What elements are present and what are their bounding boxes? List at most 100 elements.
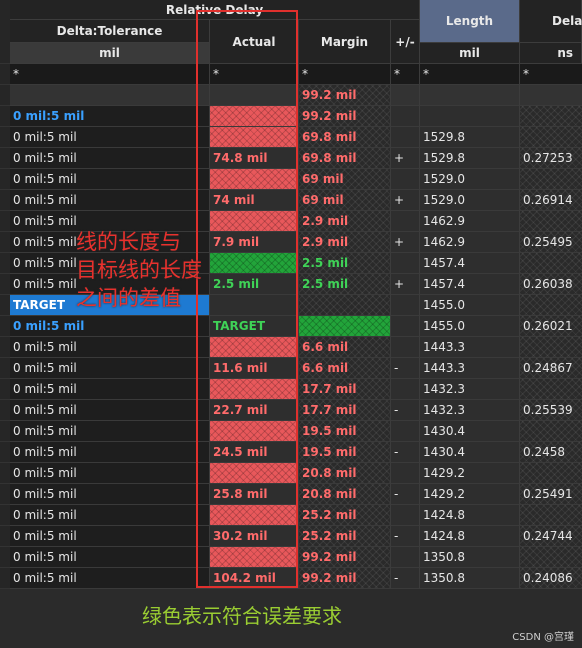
actual-cell[interactable]: 24.5 mil <box>210 442 299 463</box>
delay-cell[interactable] <box>520 379 582 400</box>
plus-minus-cell[interactable] <box>391 295 420 316</box>
header-delta-tolerance[interactable]: Delta:Tolerance <box>10 20 210 43</box>
length-cell[interactable]: 1430.4 <box>420 421 520 442</box>
table-row[interactable]: 0 mil:5 mil 22.7 mil 17.7 mil -1432.3 0.2553… <box>0 400 582 421</box>
length-cell[interactable]: 1424.8 <box>420 526 520 547</box>
table-row[interactable]: 0 mil:5 mil 99.2 mil 1350.8 <box>0 547 582 568</box>
length-cell[interactable] <box>420 85 520 106</box>
delay-cell[interactable]: 0.26914 <box>520 190 582 211</box>
delta-tolerance-cell[interactable]: 0 mil:5 mil <box>10 316 210 337</box>
length-cell[interactable]: 1529.8 <box>420 127 520 148</box>
filter-delta[interactable]: * <box>10 64 210 85</box>
table-row[interactable]: 0 mil:5 mil 25.2 mil 1424.8 <box>0 505 582 526</box>
delta-tolerance-cell[interactable]: 0 mil:5 mil <box>10 568 210 589</box>
length-cell[interactable]: 1529.0 <box>420 169 520 190</box>
actual-cell[interactable] <box>210 127 299 148</box>
table-row[interactable]: 0 mil:5 mil TARGET 1455.0 0.26021 <box>0 316 582 337</box>
actual-cell[interactable]: 25.8 mil <box>210 484 299 505</box>
length-cell[interactable]: 1429.2 <box>420 463 520 484</box>
length-cell[interactable]: 1529.8 <box>420 148 520 169</box>
delta-tolerance-cell[interactable]: 0 mil:5 mil <box>10 505 210 526</box>
margin-cell[interactable]: 69.8 mil <box>299 127 391 148</box>
plus-minus-cell[interactable]: - <box>391 442 420 463</box>
margin-cell[interactable]: 6.6 mil <box>299 337 391 358</box>
length-cell[interactable]: 1457.4 <box>420 253 520 274</box>
length-cell[interactable]: 1462.9 <box>420 211 520 232</box>
margin-cell[interactable]: 99.2 mil <box>299 106 391 127</box>
delay-cell[interactable]: 0.24744 <box>520 526 582 547</box>
delta-tolerance-cell[interactable] <box>10 85 210 106</box>
actual-cell[interactable] <box>210 211 299 232</box>
plus-minus-cell[interactable]: - <box>391 526 420 547</box>
delta-tolerance-cell[interactable]: 0 mil:5 mil <box>10 169 210 190</box>
plus-minus-cell[interactable]: - <box>391 484 420 505</box>
plus-minus-cell[interactable] <box>391 127 420 148</box>
delta-tolerance-cell[interactable]: 0 mil:5 mil <box>10 190 210 211</box>
delay-cell[interactable]: 0.24086 <box>520 568 582 589</box>
delta-tolerance-cell[interactable]: 0 mil:5 mil <box>10 547 210 568</box>
length-cell[interactable]: 1350.8 <box>420 568 520 589</box>
delay-cell[interactable] <box>520 127 582 148</box>
actual-cell[interactable]: 22.7 mil <box>210 400 299 421</box>
length-cell[interactable]: 1430.4 <box>420 442 520 463</box>
margin-cell[interactable]: 19.5 mil <box>299 421 391 442</box>
plus-minus-cell[interactable] <box>391 421 420 442</box>
delay-cell[interactable] <box>520 295 582 316</box>
delay-cell[interactable] <box>520 337 582 358</box>
actual-cell[interactable]: 74.8 mil <box>210 148 299 169</box>
length-cell[interactable]: 1455.0 <box>420 295 520 316</box>
header-length[interactable]: Length <box>420 0 520 43</box>
actual-cell[interactable] <box>210 106 299 127</box>
length-cell[interactable]: 1424.8 <box>420 505 520 526</box>
delay-cell[interactable] <box>520 253 582 274</box>
delta-tolerance-cell[interactable]: 0 mil:5 mil <box>10 463 210 484</box>
length-cell[interactable]: 1443.3 <box>420 337 520 358</box>
table-row[interactable]: 0 mil:5 mil 69 mil 1529.0 <box>0 169 582 190</box>
filter-delay[interactable]: * <box>520 64 582 85</box>
delta-tolerance-cell[interactable]: 0 mil:5 mil <box>10 484 210 505</box>
delay-cell[interactable] <box>520 211 582 232</box>
margin-cell[interactable]: 17.7 mil <box>299 379 391 400</box>
plus-minus-cell[interactable] <box>391 211 420 232</box>
margin-cell[interactable]: 20.8 mil <box>299 463 391 484</box>
table-row[interactable]: 0 mil:5 mil 6.6 mil 1443.3 <box>0 337 582 358</box>
margin-cell[interactable]: 2.5 mil <box>299 274 391 295</box>
plus-minus-cell[interactable] <box>391 106 420 127</box>
actual-cell[interactable] <box>210 337 299 358</box>
margin-cell[interactable] <box>299 316 391 337</box>
actual-cell[interactable] <box>210 85 299 106</box>
actual-cell[interactable]: 104.2 mil <box>210 568 299 589</box>
table-row[interactable]: 0 mil:5 mil 99.2 mil <box>0 106 582 127</box>
delay-cell[interactable] <box>520 547 582 568</box>
actual-cell[interactable]: 2.5 mil <box>210 274 299 295</box>
delay-cell[interactable]: 0.25539 <box>520 400 582 421</box>
length-cell[interactable]: 1350.8 <box>420 547 520 568</box>
table-row[interactable]: 0 mil:5 mil 74.8 mil 69.8 mil +1529.8 0.2725… <box>0 148 582 169</box>
length-cell[interactable]: 1462.9 <box>420 232 520 253</box>
delay-cell[interactable]: 0.2458 <box>520 442 582 463</box>
plus-minus-cell[interactable] <box>391 379 420 400</box>
table-row[interactable]: 0 mil:5 mil 11.6 mil 6.6 mil -1443.3 0.24867 <box>0 358 582 379</box>
plus-minus-cell[interactable] <box>391 169 420 190</box>
table-row[interactable]: 0 mil:5 mil 19.5 mil 1430.4 <box>0 421 582 442</box>
delta-tolerance-cell[interactable]: 0 mil:5 mil <box>10 358 210 379</box>
actual-cell[interactable]: 7.9 mil <box>210 232 299 253</box>
length-cell[interactable]: 1529.0 <box>420 190 520 211</box>
plus-minus-cell[interactable] <box>391 463 420 484</box>
header-margin[interactable]: Margin <box>299 20 391 64</box>
length-cell[interactable]: 1455.0 <box>420 316 520 337</box>
delay-cell[interactable]: 0.25491 <box>520 484 582 505</box>
margin-cell[interactable]: 2.9 mil <box>299 232 391 253</box>
plus-minus-cell[interactable] <box>391 505 420 526</box>
margin-cell[interactable] <box>299 295 391 316</box>
delay-cell[interactable]: 0.25495 <box>520 232 582 253</box>
plus-minus-cell[interactable]: + <box>391 190 420 211</box>
plus-minus-cell[interactable]: - <box>391 358 420 379</box>
actual-cell[interactable] <box>210 169 299 190</box>
delta-tolerance-cell[interactable]: 0 mil:5 mil <box>10 337 210 358</box>
filter-length[interactable]: * <box>420 64 520 85</box>
plus-minus-cell[interactable]: - <box>391 400 420 421</box>
plus-minus-cell[interactable] <box>391 316 420 337</box>
table-row[interactable]: 0 mil:5 mil 20.8 mil 1429.2 <box>0 463 582 484</box>
plus-minus-cell[interactable] <box>391 337 420 358</box>
